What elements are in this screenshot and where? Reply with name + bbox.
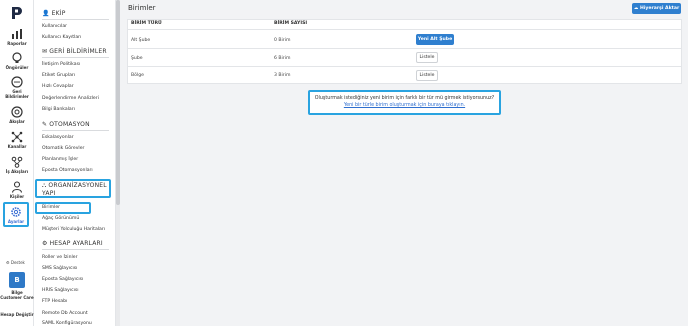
- gear-icon: [11, 207, 21, 217]
- new-sub-branch-button[interactable]: Yeni Alt Şube: [416, 34, 454, 45]
- team-icon: 👤: [42, 10, 50, 17]
- section-header-otomasyon: ✎ OTOMASYON: [42, 121, 90, 128]
- create-new-type-link[interactable]: Yeni bir türle birim oluşturmak için bur…: [310, 103, 499, 108]
- rail-label: Kanallar: [7, 144, 27, 149]
- row-type: Bölge: [131, 73, 144, 78]
- rail-item-raporlar[interactable]: Raporlar: [0, 28, 34, 46]
- sidebar-item-eskalasyonlar[interactable]: Eskalasyonlar: [42, 135, 74, 140]
- rail-item-geri-bildirimler[interactable]: Geri Bildirimler: [0, 76, 34, 99]
- divider: [42, 57, 109, 58]
- org-avatar[interactable]: B: [9, 272, 25, 288]
- export-hierarchy-button[interactable]: ☁ Hiyerarşi Aktar: [632, 3, 681, 14]
- section-header-geri-bildirimler: ✉ GERİ BİLDİRİMLER: [42, 48, 107, 55]
- rail-label: Raporlar: [7, 41, 27, 46]
- lightbulb-icon: [12, 52, 22, 63]
- sidebar-item-roller-ve-izinler[interactable]: Roller ve İzinler: [42, 255, 77, 260]
- sidebar-item-remote-db-account[interactable]: Remote Db Account: [42, 311, 88, 316]
- sidebar-item-agac-gorunumu[interactable]: Ağaç Görünümü: [42, 216, 79, 221]
- sidebar-item-musteri-yolculugu[interactable]: Müşteri Yolculuğu Haritaları: [42, 227, 105, 232]
- sidebar-item-degerlendirme-analizleri[interactable]: Değerlendirme Analizleri: [42, 96, 99, 101]
- sidebar-item-planlanmis-isler[interactable]: Planlanmış İşler: [42, 157, 78, 162]
- export-hierarchy-label: Hiyerarşi Aktar: [639, 6, 680, 11]
- sidebar-item-otomatik-gorevler[interactable]: Otomatik Görevler: [42, 146, 84, 151]
- workflow-icon: [11, 156, 23, 168]
- sidebar-item-sms-saglayicisi[interactable]: SMS Sağlayıcısı: [42, 266, 77, 271]
- rail-item-is-akislari[interactable]: İş Akışları: [0, 156, 34, 174]
- table-divider: [128, 29, 681, 30]
- envelope-icon: ✉: [42, 48, 48, 55]
- row-count: 6 Birim: [274, 56, 291, 61]
- sidebar-item-etiket-gruplari[interactable]: Etiket Grupları: [42, 73, 75, 78]
- settings-sidebar: 👤 EKİP Kullanıcılar Kullanıcı Kayıtları ✉…: [34, 0, 116, 326]
- callout-question: Oluşturmak istediğiniz yeni birim için f…: [314, 96, 495, 101]
- rail-item-kisiler[interactable]: Kişiler: [0, 181, 34, 199]
- wrench-icon: ✎: [42, 121, 48, 128]
- row-type: Şube: [131, 56, 143, 61]
- rail-item-kanallar[interactable]: Kanallar: [0, 131, 34, 149]
- sidebar-item-eposta-otomasyonlari[interactable]: Eposta Otomasyonları: [42, 168, 93, 173]
- table-divider: [128, 48, 681, 49]
- section-header-hesap-ayarlari: ⚙ HESAP AYARLARI: [42, 240, 103, 247]
- rail-label: Öngörüler: [5, 65, 29, 70]
- list-button-sube[interactable]: Listele: [416, 52, 438, 63]
- rail-item-akislar[interactable]: Akışlar: [0, 106, 34, 124]
- sidebar-item-saml-konfigurasyonu[interactable]: SAML Konfigürasyonu: [42, 321, 92, 326]
- sidebar-item-kullanici-kayitlari[interactable]: Kullanıcı Kayıtları: [42, 35, 81, 40]
- sidebar-item-eposta-saglayicisi[interactable]: Eposta Sağlayıcısı: [42, 277, 83, 282]
- cloud-icon: ☁: [633, 6, 639, 11]
- rail-label: Geri Bildirimler: [5, 89, 29, 99]
- support-link[interactable]: ⚙ Destek: [6, 260, 25, 265]
- rail-item-ongoruler[interactable]: Öngörüler: [0, 52, 34, 70]
- column-header-birim-turu: BİRİM TÜRÜ: [131, 21, 162, 26]
- rail-label: Ayarlar: [7, 219, 25, 224]
- row-count: 0 Birim: [274, 38, 291, 43]
- switch-account-link[interactable]: Hesap Değiştir: [0, 312, 34, 317]
- person-icon: [11, 181, 23, 193]
- flow-icon: [11, 106, 23, 118]
- sidebar-scrollbar-thumb[interactable]: [116, 0, 120, 205]
- highlight-birimler: [35, 202, 91, 214]
- sidebar-item-hizli-cevaplar[interactable]: Hızlı Cevaplar: [42, 84, 74, 89]
- section-header-ekip: 👤 EKİP: [42, 10, 66, 17]
- rail-label: Kişiler: [9, 194, 25, 199]
- sidebar-item-ftp-hesabi[interactable]: FTP Hesabı: [42, 299, 67, 304]
- divider: [42, 249, 109, 250]
- row-count: 3 Birim: [274, 73, 291, 78]
- support-icon: ⚙: [6, 260, 10, 265]
- highlight-organizasyonel-yapi: [35, 179, 111, 198]
- chat-bubble-icon: [11, 76, 23, 88]
- rail-item-ayarlar[interactable]: Ayarlar: [3, 202, 29, 227]
- divider: [42, 19, 109, 20]
- column-header-birim-sayisi: BİRİM SAYISI: [274, 21, 308, 26]
- page-title: Birimler: [128, 4, 156, 12]
- bar-chart-icon: [12, 29, 22, 39]
- rail-label: İş Akışları: [5, 169, 29, 174]
- icon-rail: Raporlar Öngörüler Geri Bildirimler Akış…: [0, 0, 34, 326]
- sidebar-item-bilgi-bankalari[interactable]: Bilgi Bankaları: [42, 107, 75, 112]
- table-divider: [128, 66, 681, 67]
- sidebar-item-iletisim-politikasi[interactable]: İletişim Politikası: [42, 62, 80, 67]
- channels-icon: [11, 131, 23, 143]
- sidebar-item-kullanicilar[interactable]: Kullanıcılar: [42, 24, 67, 29]
- sidebar-item-hris-saglayicisi[interactable]: HRIS Sağlayıcısı: [42, 288, 79, 293]
- divider: [42, 130, 109, 131]
- rail-label: Akışlar: [9, 119, 25, 124]
- new-type-callout: Oluşturmak istediğiniz yeni birim için f…: [308, 90, 501, 115]
- org-name: Bilge Customer Care: [0, 290, 34, 300]
- row-type: Alt Şube: [131, 38, 151, 43]
- cogs-icon: ⚙: [42, 240, 48, 247]
- logo-icon: [12, 7, 22, 19]
- list-button-bolge[interactable]: Listele: [416, 70, 438, 81]
- support-label: Destek: [10, 260, 25, 265]
